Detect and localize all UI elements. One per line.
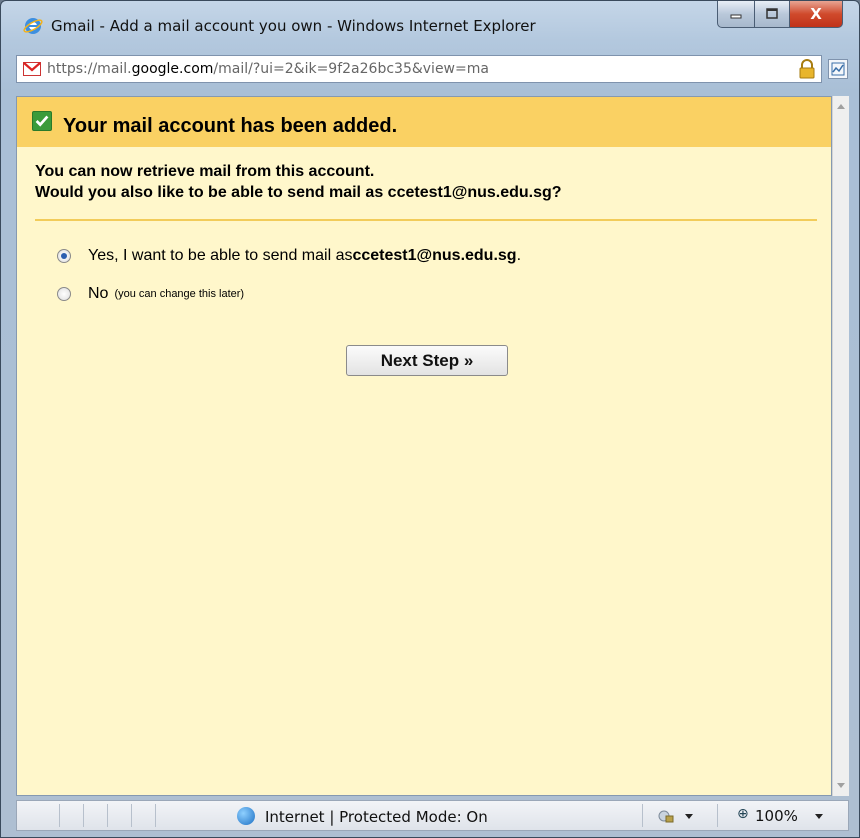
minimize-button[interactable] [717, 1, 755, 28]
zoom-icon: ⊕ [737, 806, 749, 822]
url-prefix: https://mail. [47, 61, 132, 77]
info-text: You can now retrieve mail from this acco… [35, 161, 562, 203]
dialog-content: Your mail account has been added. You ca… [16, 96, 832, 796]
option-no[interactable]: No (you can change this later) [57, 285, 244, 303]
status-divider [107, 804, 108, 827]
success-banner: Your mail account has been added. [17, 97, 831, 147]
maximize-icon [766, 8, 778, 19]
option-yes-suffix: . [516, 247, 522, 264]
security-icon[interactable] [657, 808, 675, 824]
radio-no[interactable] [57, 287, 71, 301]
status-divider [131, 804, 132, 827]
option-no-hint: (you can change this later) [114, 288, 245, 300]
scroll-down-icon[interactable] [837, 783, 845, 788]
ie-icon [23, 18, 43, 34]
vertical-scrollbar[interactable] [832, 96, 849, 796]
status-divider [717, 804, 718, 827]
info-line-2: Would you also like to be able to send m… [35, 184, 562, 201]
scroll-up-icon[interactable] [837, 104, 845, 109]
check-icon [32, 111, 52, 131]
option-no-label: No [88, 285, 109, 302]
browser-window: Gmail - Add a mail account you own - Win… [0, 0, 860, 838]
security-dropdown-icon[interactable] [685, 814, 693, 819]
divider [35, 219, 817, 221]
gmail-icon [23, 62, 41, 76]
status-bar: Internet | Protected Mode: On ⊕ 100% [16, 800, 849, 831]
security-zone[interactable]: Internet | Protected Mode: On [265, 808, 488, 826]
address-bar[interactable]: https://mail.google.com/mail/?ui=2&ik=9f… [16, 55, 822, 83]
status-divider [59, 804, 60, 827]
option-yes-email: ccetest1@nus.edu.sg [352, 247, 517, 264]
compat-view-button[interactable] [828, 59, 848, 79]
next-step-button[interactable]: Next Step » [346, 345, 508, 376]
status-divider [155, 804, 156, 827]
option-yes[interactable]: Yes, I want to be able to send mail as c… [57, 247, 521, 265]
status-divider [83, 804, 84, 827]
maximize-button[interactable] [754, 1, 790, 28]
close-button[interactable]: X [789, 1, 843, 28]
option-yes-prefix: Yes, I want to be able to send mail as [88, 247, 353, 264]
globe-icon [237, 807, 255, 825]
title-bar: Gmail - Add a mail account you own - Win… [1, 1, 859, 51]
url-domain: google.com [131, 61, 214, 77]
zoom-dropdown-icon[interactable] [815, 814, 823, 819]
zoom-level[interactable]: 100% [755, 807, 798, 825]
status-divider [642, 804, 643, 827]
lock-icon[interactable] [798, 59, 816, 79]
close-icon: X [810, 5, 822, 23]
url-text[interactable]: https://mail.google.com/mail/?ui=2&ik=9f… [47, 61, 489, 77]
window-title: Gmail - Add a mail account you own - Win… [51, 17, 536, 35]
banner-title: Your mail account has been added. [63, 115, 398, 137]
radio-yes[interactable] [57, 249, 71, 263]
compat-view-icon [831, 62, 845, 76]
info-line-1: You can now retrieve mail from this acco… [35, 163, 375, 180]
url-path: /mail/?ui=2&ik=9f2a26bc35&view=ma [213, 61, 489, 77]
minimize-icon [730, 14, 742, 19]
